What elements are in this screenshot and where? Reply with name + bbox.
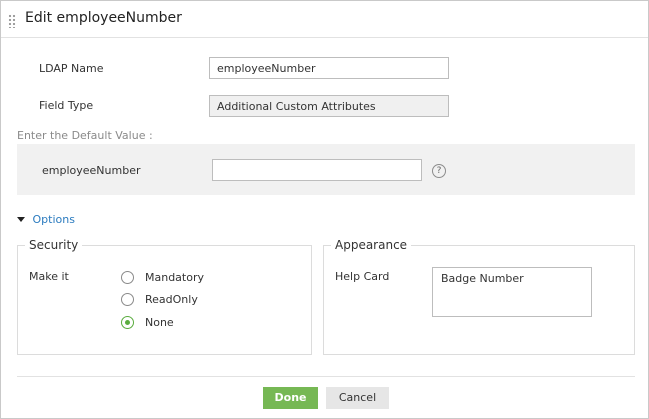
help-card-value: Badge Number: [441, 272, 524, 285]
radio-none-label: None: [145, 316, 174, 329]
appearance-legend: Appearance: [335, 238, 408, 252]
done-button[interactable]: Done: [263, 387, 318, 409]
question-circle-icon[interactable]: ?: [432, 164, 446, 178]
radio-none-circle[interactable]: [121, 316, 134, 329]
radio-readonly-circle[interactable]: [121, 293, 134, 306]
caret-down-icon: [17, 216, 25, 222]
field-type-label: Field Type: [39, 99, 94, 112]
cancel-button[interactable]: Cancel: [326, 387, 389, 409]
ldap-name-label: LDAP Name: [39, 62, 104, 75]
field-type-field: [209, 95, 449, 117]
drag-handle-icon[interactable]: [8, 14, 16, 28]
make-it-label: Make it: [29, 270, 69, 283]
dialog-header: Edit employeeNumber: [1, 1, 648, 38]
radio-readonly-label: ReadOnly: [145, 293, 198, 306]
edit-attribute-dialog: Edit employeeNumber LDAP Name Field Type…: [0, 0, 649, 419]
help-card-label: Help Card: [335, 270, 390, 283]
default-value-input[interactable]: [212, 159, 422, 181]
default-value-label: employeeNumber: [42, 164, 141, 177]
ldap-name-field[interactable]: [209, 57, 449, 79]
dialog-title: Edit employeeNumber: [25, 10, 182, 26]
help-card-textarea[interactable]: Badge Number: [432, 267, 592, 317]
radio-mandatory-label: Mandatory: [145, 271, 205, 284]
footer-divider: [17, 376, 635, 377]
default-value-section-title: Enter the Default Value :: [17, 129, 153, 142]
security-legend: Security: [29, 238, 79, 252]
options-toggle-label: Options: [32, 213, 75, 226]
radio-mandatory-circle[interactable]: [121, 271, 134, 284]
options-toggle[interactable]: Options: [17, 213, 75, 227]
